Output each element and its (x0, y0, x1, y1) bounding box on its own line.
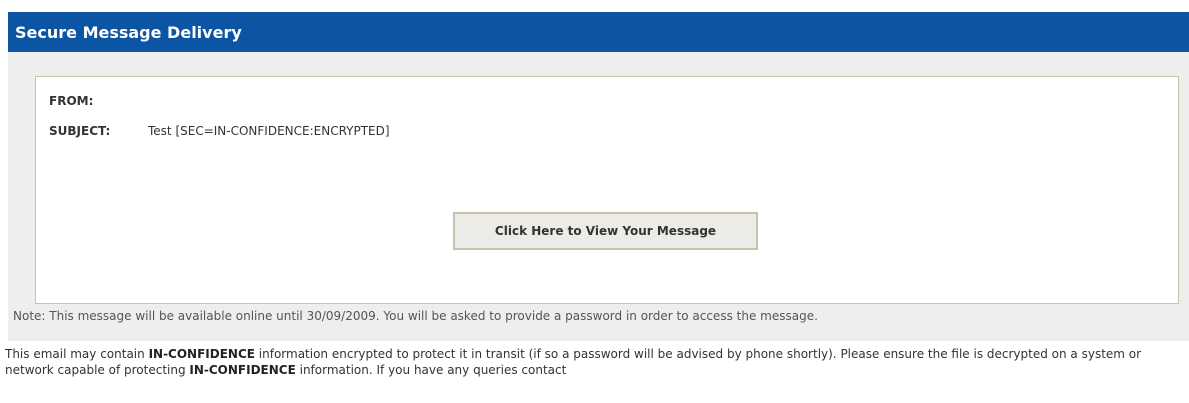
disclaimer-classification-1: IN-CONFIDENCE (148, 347, 255, 361)
subject-value: Test [SEC=IN-CONFIDENCE:ENCRYPTED] (148, 124, 390, 138)
subject-row: SUBJECT: Test [SEC=IN-CONFIDENCE:ENCRYPTE… (49, 124, 390, 138)
from-row: FROM: (49, 94, 93, 108)
message-box: FROM: SUBJECT: Test [SEC=IN-CONFIDENCE:EN… (35, 76, 1179, 304)
view-message-button[interactable]: Click Here to View Your Message (453, 212, 758, 250)
message-panel: FROM: SUBJECT: Test [SEC=IN-CONFIDENCE:EN… (8, 52, 1189, 341)
header-bar: Secure Message Delivery (8, 12, 1189, 52)
disclaimer-part-1: This email may contain (5, 347, 149, 361)
page-title: Secure Message Delivery (15, 22, 242, 42)
availability-note: Note: This message will be available onl… (13, 309, 818, 323)
disclaimer-classification-2: IN-CONFIDENCE (189, 363, 296, 377)
disclaimer-text: This email may contain IN-CONFIDENCE inf… (5, 346, 1185, 403)
from-label: FROM: (49, 94, 94, 108)
disclaimer-part-3: information. If you have any queries con… (295, 363, 567, 377)
subject-label: SUBJECT: (49, 124, 111, 138)
